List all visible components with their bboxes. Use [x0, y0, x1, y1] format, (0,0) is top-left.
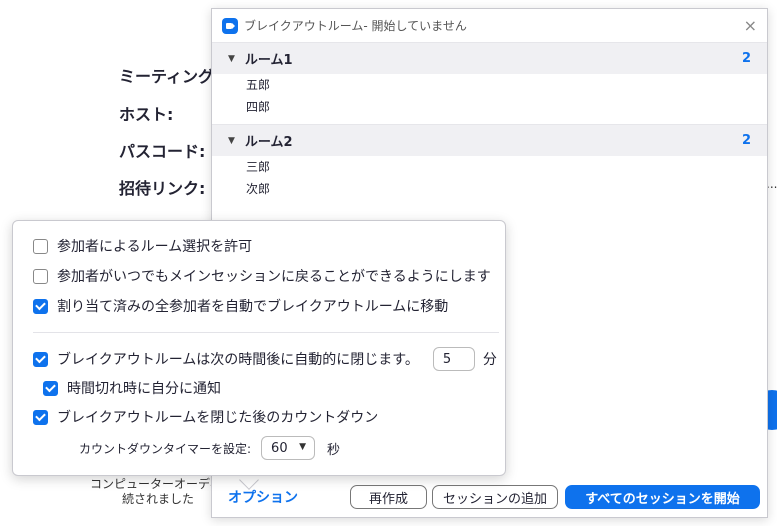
room-header-2[interactable]: ▼ ルーム2 2: [212, 124, 767, 156]
chevron-down-icon: ▼: [228, 53, 235, 64]
seconds-unit: 秒: [327, 442, 341, 458]
room-participant-count: 2: [741, 51, 751, 66]
close-icon[interactable]: ×: [744, 16, 757, 35]
option-label: ブレイクアウトルームは次の時間後に自動的に閉じます。: [57, 352, 419, 368]
recreate-button[interactable]: 再作成: [350, 485, 427, 509]
auto-move-checkbox[interactable]: [33, 298, 48, 314]
room-header-1[interactable]: ▼ ルーム1 2: [212, 42, 767, 74]
option-label: 参加者がいつでもメインセッションに戻ることができるようにします: [57, 269, 491, 285]
window-title: ブレイクアウトルーム- 開始していません: [244, 19, 467, 33]
connected-text: 続されました: [122, 492, 195, 506]
chevron-down-icon: ▼: [299, 442, 307, 452]
room-name: ルーム2: [244, 135, 293, 150]
allow-return-checkbox[interactable]: [33, 268, 48, 284]
options-popup: 参加者によるルーム選択を許可 参加者がいつでもメインセッションに戻ることができる…: [12, 220, 506, 476]
allow-return-option[interactable]: 参加者がいつでもメインセッションに戻ることができるようにします: [33, 266, 491, 286]
host-label: ホスト:: [119, 105, 174, 124]
allow-choose-room-checkbox[interactable]: [33, 238, 48, 254]
notify-me-checkbox[interactable]: [43, 380, 58, 396]
window-titlebar[interactable]: ブレイクアウトルーム- 開始していません ×: [212, 9, 767, 42]
countdown-timer-label: カウントダウンタイマーを設定:: [79, 441, 252, 456]
auto-close-minutes-input[interactable]: 5: [432, 347, 475, 371]
passcode-label: パスコード:: [119, 142, 206, 161]
option-label: 時間切れ時に自分に通知: [67, 381, 221, 397]
room-participant-count: 2: [741, 133, 751, 148]
start-all-sessions-button[interactable]: すべてのセッションを開始: [565, 485, 760, 509]
notify-me-option[interactable]: 時間切れ時に自分に通知: [43, 378, 221, 398]
participant-item[interactable]: 四郎: [212, 96, 767, 118]
option-label: 参加者によるルーム選択を許可: [57, 239, 253, 255]
countdown-timer-value: 60: [271, 440, 288, 456]
bottom-action-bar: オプション 再作成 セッションの追加 すべてのセッションを開始: [212, 485, 767, 515]
countdown-timer-select[interactable]: 60 ▼: [261, 436, 316, 460]
options-divider: [33, 332, 499, 333]
minutes-unit: 分: [482, 352, 497, 368]
countdown-option[interactable]: ブレイクアウトルームを閉じた後のカウントダウン: [33, 407, 378, 427]
auto-close-checkbox[interactable]: [33, 351, 48, 367]
invite-link-label: 招待リンク:: [119, 179, 206, 198]
participant-item[interactable]: 次郎: [212, 178, 767, 200]
options-link[interactable]: オプション: [228, 487, 298, 507]
chevron-down-icon: ▼: [228, 135, 235, 146]
option-label: 割り当て済みの全参加者を自動でブレイクアウトルームに移動: [57, 299, 449, 315]
allow-choose-room-option[interactable]: 参加者によるルーム選択を許可: [33, 236, 252, 256]
participant-item[interactable]: 五郎: [212, 74, 767, 96]
add-session-button[interactable]: セッションの追加: [432, 485, 558, 509]
countdown-checkbox[interactable]: [33, 409, 48, 425]
option-label: ブレイクアウトルームを閉じた後のカウントダウン: [57, 410, 379, 426]
auto-close-option[interactable]: ブレイクアウトルームは次の時間後に自動的に閉じます。 5 分: [33, 347, 497, 371]
zoom-logo-icon: [222, 17, 238, 34]
countdown-timer-row: カウントダウンタイマーを設定: 60 ▼ 秒: [79, 436, 340, 460]
participant-item[interactable]: 三郎: [212, 156, 767, 178]
auto-move-option[interactable]: 割り当て済みの全参加者を自動でブレイクアウトルームに移動: [33, 296, 448, 316]
room-name: ルーム1: [244, 53, 293, 68]
